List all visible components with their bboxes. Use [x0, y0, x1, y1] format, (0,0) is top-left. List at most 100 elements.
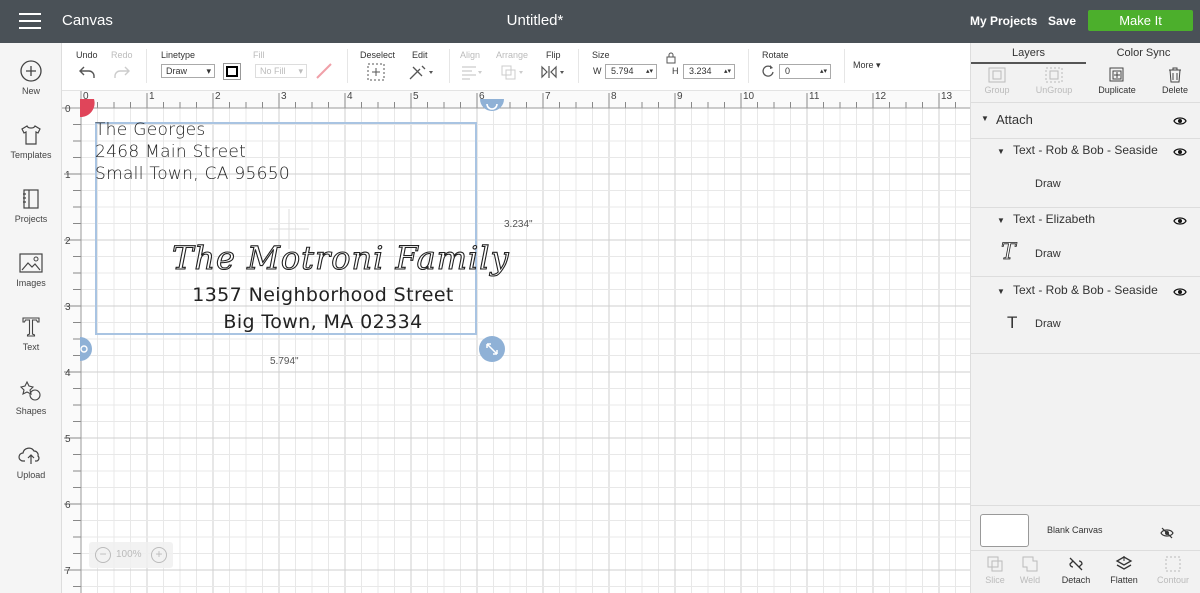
resize-handle-icon[interactable]	[478, 335, 506, 363]
document-title[interactable]: Untitled*	[0, 12, 1070, 29]
my-projects-button[interactable]: My Projects	[970, 14, 1037, 28]
layer-thumbnail-script-t-icon: T	[1001, 240, 1016, 266]
detach-button[interactable]: Detach	[1052, 555, 1100, 585]
sidebar-item-new[interactable]: New	[0, 59, 62, 96]
recipient-line-1: 1357 Neighborhood Street	[192, 284, 454, 306]
flip-icon[interactable]	[540, 64, 568, 80]
linetype-label: Linetype	[161, 50, 196, 60]
sidebar-item-projects[interactable]: Projects	[0, 187, 62, 224]
sidebar-item-label: New	[21, 86, 40, 96]
caret-down-icon[interactable]: ▼	[997, 216, 1005, 225]
layer-title: Text - Rob & Bob - Seaside	[1013, 143, 1158, 157]
ruler-x-label: 4	[347, 91, 353, 102]
caret-down-icon[interactable]: ▼	[997, 287, 1005, 296]
divider	[449, 49, 450, 83]
save-button[interactable]: Save	[1048, 14, 1076, 28]
dropdown-arrow-icon: ▾	[298, 66, 303, 76]
rotate-input[interactable]: 0 ▴▾	[779, 64, 831, 79]
caret-down-icon[interactable]: ▼	[997, 147, 1005, 156]
blank-canvas-row[interactable]: Blank Canvas	[971, 505, 1200, 550]
tab-layers[interactable]: Layers	[971, 43, 1086, 64]
layer-linetype: Draw	[1035, 318, 1061, 330]
ruler-y-label: 7	[65, 566, 71, 577]
recipient-address[interactable]: 1357 Neighborhood Street Big Town, MA 02…	[62, 282, 584, 336]
arrange-icon[interactable]	[500, 64, 526, 80]
eye-icon[interactable]	[1173, 287, 1187, 297]
blank-canvas-swatch[interactable]	[980, 514, 1029, 547]
duplicate-button[interactable]: Duplicate	[1091, 67, 1143, 95]
more-button[interactable]: More ▾	[853, 60, 881, 71]
recipient-name[interactable]: The Motroni Family	[171, 238, 509, 277]
sidebar-item-text[interactable]: Text	[0, 315, 62, 352]
slice-icon	[987, 556, 1003, 572]
sidebar-item-label: Projects	[14, 214, 48, 224]
rotate-handle-icon[interactable]	[480, 99, 504, 119]
lock-icon[interactable]	[666, 52, 676, 64]
fill-color-swatch[interactable]	[314, 62, 334, 80]
sidebar-item-upload[interactable]: Upload	[0, 443, 62, 480]
return-address[interactable]: The Georges 2468 Main Street Small Town,…	[95, 119, 290, 185]
align-icon[interactable]	[460, 64, 484, 80]
dropdown-arrow-icon: ▾	[206, 66, 211, 76]
delete-button[interactable]: Delete	[1149, 67, 1200, 95]
delete-label: Delete	[1161, 85, 1188, 95]
undo-icon[interactable]	[78, 65, 96, 79]
fill-select[interactable]: No Fill ▾	[255, 64, 307, 78]
ruler-y-label: 1	[65, 170, 71, 181]
layer-item[interactable]: ▼ Text - Rob & Bob - Seaside T Draw	[971, 276, 1200, 354]
deselect-icon[interactable]	[367, 63, 385, 81]
ruler-x-label: 7	[545, 91, 551, 102]
stepper-icon[interactable]: ▴▾	[646, 65, 653, 78]
divider	[748, 49, 749, 83]
contour-button[interactable]: Contour	[1149, 555, 1197, 585]
zoom-in-icon[interactable]: +	[151, 547, 167, 563]
left-sidebar: New Templates Projects Images Text Shape…	[0, 43, 62, 593]
trash-icon	[1169, 67, 1181, 83]
sidebar-item-shapes[interactable]: Shapes	[0, 379, 62, 416]
layer-item[interactable]: ▼ Text - Elizabeth T Draw	[971, 207, 1200, 277]
make-it-button[interactable]: Make It	[1088, 10, 1193, 31]
delete-handle-icon[interactable]	[76, 99, 96, 121]
eye-icon[interactable]	[1173, 216, 1187, 226]
group-icon	[988, 67, 1006, 83]
design-canvas[interactable]: 0 1 2 3 4 5 6 7 8 9 10 11 12 13 01234567 The Georges …	[62, 91, 970, 593]
weld-button[interactable]: Weld	[1006, 555, 1054, 585]
eye-icon[interactable]	[1173, 147, 1187, 157]
ungroup-button[interactable]: UnGroup	[1028, 67, 1080, 95]
tab-color-sync[interactable]: Color Sync	[1086, 43, 1200, 64]
layer-group-attach[interactable]: ▼ Attach	[971, 112, 1200, 132]
width-dimension: 5.794"	[270, 356, 299, 367]
linetype-value: Draw	[166, 66, 188, 76]
rotate-value: 0	[785, 66, 791, 76]
stepper-icon[interactable]: ▴▾	[820, 65, 827, 78]
divider	[844, 49, 845, 83]
sidebar-item-images[interactable]: Images	[0, 251, 62, 288]
sidebar-item-templates[interactable]: Templates	[0, 123, 62, 160]
stepper-icon[interactable]: ▴▾	[724, 65, 731, 78]
caret-down-icon[interactable]: ▼	[981, 114, 989, 123]
eye-icon[interactable]	[1173, 116, 1187, 126]
linetype-select[interactable]: Draw ▾	[161, 64, 215, 78]
divider	[578, 49, 579, 83]
slice-label: Slice	[985, 575, 1005, 585]
edit-toolbar: Undo Redo Linetype Draw ▾ Fill No Fill ▾ D…	[62, 43, 970, 91]
flatten-label: Flatten	[1110, 575, 1138, 585]
height-input[interactable]: 3.234 ▴▾	[683, 64, 735, 79]
line-color-swatch[interactable]	[223, 63, 241, 80]
duplicate-label: Duplicate	[1098, 85, 1136, 95]
redo-icon[interactable]	[113, 65, 131, 79]
duplicate-icon	[1109, 67, 1124, 82]
edit-tools-icon[interactable]	[408, 63, 434, 81]
ungroup-label: UnGroup	[1035, 85, 1073, 95]
width-label: W	[593, 66, 602, 76]
width-input[interactable]: 5.794 ▴▾	[605, 64, 657, 79]
lock-handle-icon[interactable]	[76, 337, 96, 361]
flatten-button[interactable]: Flatten	[1100, 555, 1148, 585]
group-button[interactable]: Group	[971, 67, 1023, 95]
weld-icon	[1022, 556, 1038, 572]
zoom-out-icon[interactable]: −	[95, 547, 111, 563]
eye-hidden-icon[interactable]	[1160, 527, 1174, 539]
return-line-3: Small Town, CA 95650	[95, 164, 290, 184]
contour-icon	[1165, 556, 1181, 572]
layer-item[interactable]: ▼ Text - Rob & Bob - Seaside Draw	[971, 138, 1200, 202]
